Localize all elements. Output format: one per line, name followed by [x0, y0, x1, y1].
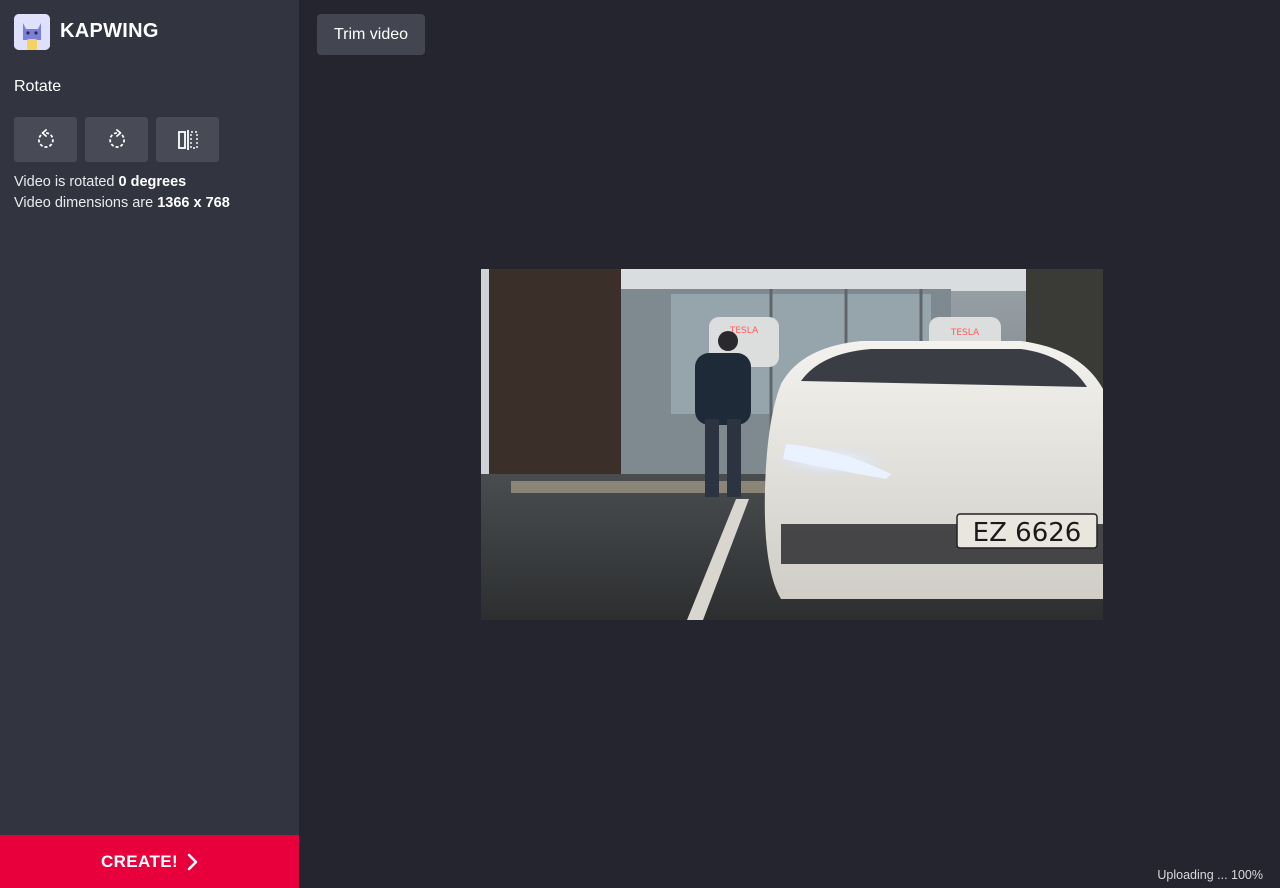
- rotation-value: 0 degrees: [118, 174, 187, 190]
- app-root: KAPWING Rotate Video is rotated 0 degree…: [0, 0, 1280, 888]
- video-preview[interactable]: TESLA TESLA EZ 6626: [481, 269, 1103, 620]
- rotate-left-button[interactable]: [14, 117, 77, 162]
- rotate-left-icon: [37, 128, 54, 148]
- rotate-right-icon: [108, 128, 125, 148]
- create-button[interactable]: CREATE!: [0, 835, 299, 888]
- brand-name: KAPWING: [60, 20, 159, 42]
- tesla-sign-right: TESLA: [950, 328, 980, 338]
- create-label: CREATE!: [100, 851, 179, 871]
- license-plate: EZ 6626: [973, 518, 1082, 548]
- rotate-right-button[interactable]: [85, 117, 148, 162]
- rotate-section-title: Rotate: [14, 78, 62, 95]
- upload-status: Uploading ... 100%: [1157, 868, 1263, 882]
- dimensions-info: Video dimensions are 1366 x 768: [14, 193, 230, 214]
- dimensions-value: 1366 x 768: [157, 195, 230, 211]
- video-info: Video is rotated 0 degrees Video dimensi…: [14, 172, 230, 214]
- flip-horizontal-button[interactable]: [156, 117, 219, 162]
- rotate-controls: [14, 117, 219, 162]
- kapwing-cat-logo: [14, 13, 50, 50]
- rotation-info: Video is rotated 0 degrees: [14, 172, 230, 193]
- rotation-prefix: Video is rotated: [14, 174, 115, 190]
- flip-horizontal-icon: [177, 129, 198, 150]
- trim-video-button[interactable]: Trim video: [317, 14, 425, 55]
- brand[interactable]: KAPWING: [14, 13, 159, 50]
- dimensions-prefix: Video dimensions are: [14, 195, 154, 211]
- chevron-right-icon: [187, 853, 198, 870]
- sidebar: KAPWING Rotate Video is rotated 0 degree…: [0, 0, 299, 888]
